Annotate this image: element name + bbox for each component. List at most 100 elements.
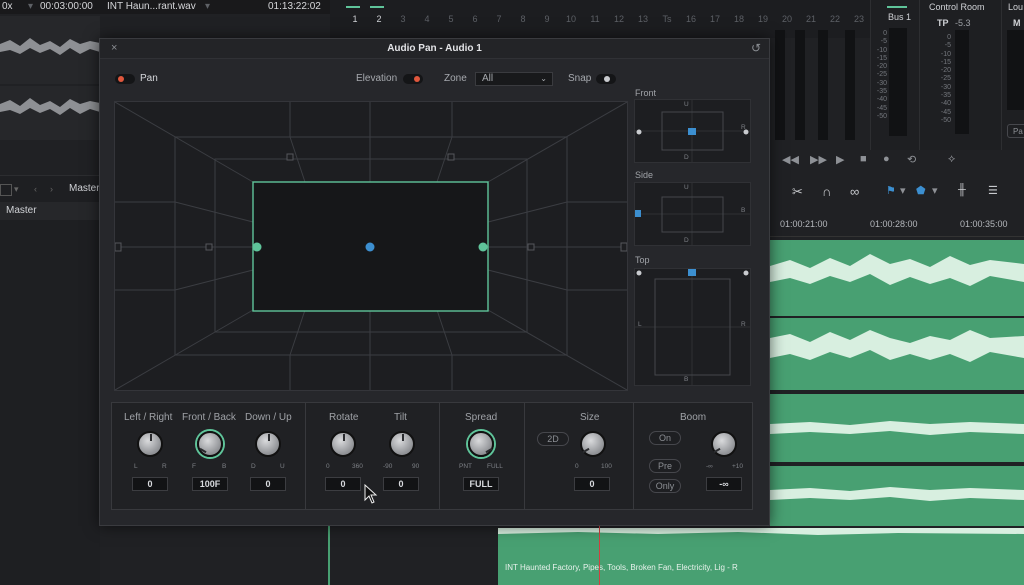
size-knob[interactable] [580, 431, 606, 457]
rewind-icon[interactable]: ◀◀ [782, 153, 799, 166]
control-room-scale: 0 -5 -10 -15 -20 -25 -30 -35 -40 -45 -50 [940, 34, 951, 124]
front-back-min: F [192, 463, 196, 470]
audio-clip[interactable] [770, 318, 1024, 390]
clip-info-bar: 0x ▾ 00:03:00:00 INT Haun...rant.wav ▾ 0… [0, 0, 330, 14]
fast-forward-icon[interactable]: ▶▶ [810, 153, 827, 166]
front-back-value[interactable]: 100F [192, 477, 228, 491]
automation-icon[interactable]: ⟡ [948, 153, 955, 166]
audio-clip[interactable] [770, 394, 1024, 462]
channel-number[interactable]: 10 [564, 14, 578, 24]
clip-name[interactable]: INT Haun...rant.wav [107, 1, 196, 12]
reset-icon[interactable]: ↺ [751, 41, 761, 55]
snap-magnet-icon[interactable]: ∩ [822, 184, 831, 199]
track-height-icon[interactable]: ☰ [988, 184, 998, 197]
dropdown-chevron-icon[interactable]: ▾ [28, 1, 33, 12]
front-view[interactable]: U D R [634, 99, 751, 163]
loudness-pause-button[interactable]: Pa [1007, 124, 1024, 138]
dialog-titlebar[interactable]: × Audio Pan - Audio 1 ↺ [100, 39, 769, 59]
channel-number[interactable]: 5 [444, 14, 458, 24]
timeline-ruler[interactable]: 01:00:21:00 01:00:28:00 01:00:35:00 [770, 215, 1024, 237]
boom-value[interactable]: -∞ [706, 477, 742, 491]
mixer-left-panel: ▾ ‹ › Master Master [0, 175, 100, 585]
front-mark-up: U [684, 101, 689, 108]
left-right-max: R [162, 463, 167, 470]
channel-number[interactable]: 17 [708, 14, 722, 24]
channel-number[interactable]: 1 [348, 14, 362, 24]
channel-number[interactable]: 3 [396, 14, 410, 24]
top-view[interactable]: L R B [634, 268, 751, 386]
front-back-knob[interactable] [197, 431, 223, 457]
zoom-readout: 0x [2, 1, 13, 12]
channel-number[interactable]: 19 [756, 14, 770, 24]
down-up-knob[interactable] [255, 431, 281, 457]
play-icon[interactable]: ▶ [836, 153, 844, 166]
stop-icon[interactable]: ■ [860, 153, 867, 165]
down-up-value[interactable]: 0 [250, 477, 286, 491]
boom-pre-button[interactable]: Pre [649, 459, 681, 473]
playhead[interactable] [599, 526, 600, 585]
chevron-down-icon[interactable]: ▾ [900, 184, 906, 197]
size-2d-button[interactable]: 2D [537, 432, 569, 446]
channel-number[interactable]: 13 [636, 14, 650, 24]
loudness-m-label: M [1013, 18, 1021, 28]
zone-value: All [482, 73, 494, 84]
tilt-value[interactable]: 0 [383, 477, 419, 491]
pan-stage[interactable] [114, 101, 628, 391]
channel-number[interactable]: 23 [852, 14, 866, 24]
waveform-view-icon[interactable]: ╫ [958, 184, 966, 196]
spread-value[interactable]: FULL [463, 477, 499, 491]
boom-knob[interactable] [711, 431, 737, 457]
channel-meter [775, 30, 785, 140]
bus-label: Bus 1 [888, 12, 912, 22]
channel-number[interactable]: 20 [780, 14, 794, 24]
flag-icon[interactable]: ⚑ [886, 184, 896, 197]
spread-knob[interactable] [468, 431, 494, 457]
forward-arrow-icon[interactable]: › [50, 184, 53, 194]
channel-number[interactable]: 9 [540, 14, 554, 24]
link-icon[interactable]: ∞ [850, 184, 859, 199]
pan-toggle[interactable] [115, 74, 135, 84]
loop-icon[interactable]: ⟲ [907, 153, 916, 166]
channel-number[interactable]: Ts [660, 14, 674, 24]
boom-only-button[interactable]: Only [649, 479, 681, 493]
channel-number[interactable]: 7 [492, 14, 506, 24]
channel-number[interactable]: 8 [516, 14, 530, 24]
snap-toggle[interactable] [596, 74, 616, 84]
razor-icon[interactable]: ✂ [792, 184, 803, 200]
chevron-down-icon[interactable]: ▾ [205, 1, 210, 12]
rotate-knob[interactable] [330, 431, 356, 457]
side-view[interactable]: U D B [634, 182, 751, 246]
audio-clip[interactable] [770, 466, 1024, 526]
left-right-knob[interactable] [137, 431, 163, 457]
channel-strip-header: 1 2 3 4 5 6 7 8 9 10 11 12 13 Ts 16 17 1… [330, 0, 870, 38]
left-right-value[interactable]: 0 [132, 477, 168, 491]
control-room-label: Control Room [929, 2, 985, 12]
channel-number[interactable]: 4 [420, 14, 434, 24]
channel-number[interactable]: 16 [684, 14, 698, 24]
boom-on-button[interactable]: On [649, 431, 681, 445]
channel-number[interactable]: 18 [732, 14, 746, 24]
zone-select[interactable]: All ⌄ [475, 72, 553, 86]
size-value[interactable]: 0 [574, 477, 610, 491]
audio-clip-bottom[interactable]: INT Haunted Factory, Pipes, Tools, Broke… [498, 525, 1024, 585]
audio-clip[interactable] [770, 240, 1024, 316]
back-arrow-icon[interactable]: ‹ [34, 184, 37, 194]
channel-number[interactable]: 2 [372, 14, 386, 24]
channel-number[interactable]: 11 [588, 14, 602, 24]
panel-toggle-icon[interactable] [0, 184, 12, 196]
channel-number[interactable]: 12 [612, 14, 626, 24]
record-icon[interactable]: ● [883, 153, 890, 165]
rotate-value[interactable]: 0 [325, 477, 361, 491]
down-up-min: D [251, 463, 256, 470]
tilt-knob[interactable] [389, 431, 415, 457]
channel-number[interactable]: 21 [804, 14, 818, 24]
chevron-down-icon[interactable]: ▾ [932, 184, 938, 197]
channel-number[interactable]: 22 [828, 14, 842, 24]
clip-caption: INT Haunted Factory, Pipes, Tools, Broke… [505, 563, 738, 572]
channel-number[interactable]: 6 [468, 14, 482, 24]
boom-section: Boom On Pre Only -∞ +10 -∞ [634, 403, 752, 509]
elevation-toggle[interactable] [403, 74, 423, 84]
dropdown-chevron-icon[interactable]: ▾ [14, 184, 19, 195]
master-list-item[interactable]: Master [0, 202, 100, 220]
marker-icon[interactable]: ⬟ [916, 184, 926, 197]
